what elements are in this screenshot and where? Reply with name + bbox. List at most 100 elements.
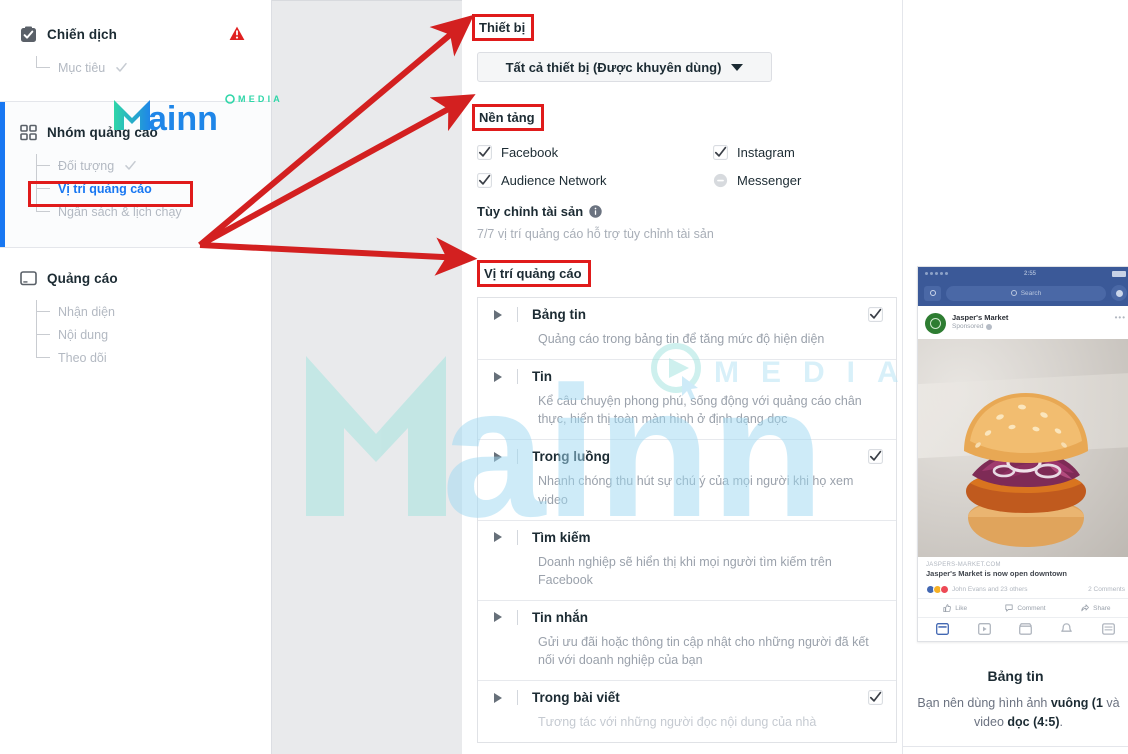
- notifications-tab[interactable]: [1046, 623, 1087, 635]
- placement-row-tin-nhan[interactable]: Tin nhắn Gửi ưu đãi hoặc thông tin cập n…: [478, 601, 896, 682]
- check-icon[interactable]: [868, 307, 883, 322]
- chevron-right-icon[interactable]: [494, 532, 503, 543]
- sidebar-item-label: Vị trí quảng cáo: [58, 181, 152, 196]
- sidebar-item-muc-tieu[interactable]: Mục tiêu: [36, 56, 271, 79]
- info-icon[interactable]: [589, 205, 602, 218]
- warning-icon[interactable]: [229, 26, 245, 41]
- preview-description: Bạn nên dùng hình ảnh vuông (1 và video …: [917, 696, 1120, 730]
- link-headline: Jasper's Market is now open downtown: [926, 569, 1067, 578]
- phone-mockup: 2:55 Search Jasper's Market Sponsored ••…: [917, 266, 1128, 642]
- thumbs-up-icon: [943, 604, 952, 612]
- placement-description: Doanh nghiệp sẽ hiển thị khi mọi người t…: [538, 554, 832, 587]
- chevron-right-icon[interactable]: [494, 371, 503, 382]
- placement-row-trong-luong[interactable]: Trong luồng Nhanh chóng thu hút sự chú ý…: [478, 440, 896, 521]
- sidebar-sublist-campaign: Mục tiêu: [0, 56, 271, 79]
- platform-label: Instagram: [737, 145, 795, 160]
- search-placeholder: Search: [1020, 289, 1042, 297]
- check-icon: [125, 160, 136, 170]
- signal-icon: [925, 272, 948, 275]
- placements-section-label: Vị trí quảng cáo: [477, 260, 591, 287]
- placement-description: Quảng cáo trong bảng tin để tăng mức độ …: [538, 332, 825, 346]
- sidebar-section-adset[interactable]: Nhóm quảng cáo Đối tượng Vị trí quảng cá…: [0, 102, 271, 248]
- platform-label: Facebook: [501, 145, 559, 160]
- check-icon: [116, 62, 127, 72]
- post-header: Jasper's Market Sponsored •••: [918, 306, 1128, 339]
- placement-description: Gửi ưu đãi hoặc thông tin cập nhật cho n…: [538, 634, 869, 667]
- sidebar-section-ad[interactable]: Quảng cáo Nhận diện Nội dung Theo dõi: [0, 248, 271, 387]
- platform-checkbox-instagram[interactable]: Instagram: [713, 145, 888, 160]
- sidebar-section-campaign[interactable]: Chiến dịch Mục tiêu: [0, 0, 271, 102]
- status-time: 2:55: [1023, 270, 1036, 277]
- sidebar-sublist-adset: Đối tượng Vị trí quảng cáo Ngân sách & l…: [0, 154, 271, 223]
- ad-creative-image: [918, 339, 1128, 557]
- marketplace-tab[interactable]: [1005, 623, 1046, 635]
- preview-title: Bảng tin: [987, 668, 1044, 684]
- chevron-right-icon[interactable]: [494, 451, 503, 462]
- watch-tab[interactable]: [963, 623, 1004, 635]
- video-play-icon: [977, 623, 991, 635]
- monitor-icon: [20, 271, 37, 286]
- chevron-right-icon[interactable]: [494, 612, 503, 623]
- platform-checkbox-messenger[interactable]: Messenger: [713, 173, 888, 188]
- more-options-icon[interactable]: •••: [1115, 313, 1126, 322]
- placement-row-trong-bai-viet[interactable]: Trong bài viết Tương tác với những người…: [478, 681, 896, 742]
- divider: [517, 609, 518, 625]
- share-arrow-icon: [1081, 604, 1090, 612]
- facebook-top-bar: Search: [918, 280, 1128, 306]
- sidebar-section-header-adset[interactable]: Nhóm quảng cáo: [0, 124, 271, 141]
- chevron-down-icon: [731, 63, 744, 71]
- search-input[interactable]: Search: [946, 285, 1106, 301]
- placement-row-tin[interactable]: Tin Kể câu chuyện phong phú, sống động v…: [478, 360, 896, 441]
- sidebar-item-doi-tuong[interactable]: Đối tượng: [36, 154, 271, 177]
- placement-title: Trong bài viết: [532, 690, 620, 706]
- platform-checkbox-facebook[interactable]: Facebook: [477, 145, 713, 160]
- sidebar-section-header-campaign[interactable]: Chiến dịch: [0, 26, 271, 43]
- platform-checkbox-audience-network[interactable]: Audience Network: [477, 173, 713, 188]
- sidebar-item-nhan-dien[interactable]: Nhận diện: [36, 300, 271, 323]
- sidebar-item-label: Nhận diện: [58, 304, 115, 319]
- share-button[interactable]: Share: [1061, 604, 1128, 612]
- chevron-right-icon[interactable]: [494, 692, 503, 703]
- news-feed-tab[interactable]: [922, 623, 963, 635]
- reaction-count-label: John Evans and 23 others: [952, 586, 1028, 593]
- avatar: [925, 313, 946, 334]
- check-icon[interactable]: [868, 690, 883, 706]
- placement-row-tim-kiem[interactable]: Tìm kiếm Doanh nghiệp sẽ hiển thị khi mọ…: [478, 521, 896, 601]
- preview-divider: [903, 746, 1128, 747]
- placement-title: Tìm kiếm: [532, 529, 591, 545]
- sidebar-item-noi-dung[interactable]: Nội dung: [36, 311, 271, 346]
- asset-customization-note: 7/7 vị trí quảng cáo hỗ trợ tùy chỉnh tà…: [477, 227, 714, 241]
- placement-row-bang-tin[interactable]: Bảng tin Quảng cáo trong bảng tin để tăn…: [478, 298, 896, 361]
- comment-button[interactable]: Comment: [990, 604, 1060, 612]
- device-select[interactable]: Tất cả thiết bị (Được khuyên dùng): [477, 52, 772, 82]
- divider: [517, 690, 518, 706]
- placement-settings-panel: Thiết bị Tất cả thiết bị (Được khuyên dù…: [462, 0, 902, 754]
- placement-title: Bảng tin: [532, 307, 586, 322]
- device-section-label: Thiết bị: [472, 14, 535, 41]
- page-name: Jasper's Market: [952, 313, 1009, 322]
- menu-tab[interactable]: [1088, 623, 1128, 635]
- sidebar-item-ngan-sach-lich-chay[interactable]: Ngân sách & lịch chạy: [36, 188, 271, 223]
- device-select-value: Tất cả thiết bị (Được khuyên dùng): [505, 59, 722, 75]
- battery-icon: [1111, 270, 1126, 277]
- like-button[interactable]: Like: [920, 604, 990, 612]
- clipboard-check-icon: [21, 26, 36, 42]
- sidebar-item-label: Nội dung: [58, 327, 109, 342]
- burger-illustration: [963, 393, 1088, 547]
- check-icon: [713, 145, 728, 160]
- marketplace-icon: [1019, 623, 1032, 635]
- sidebar-item-theo-doi[interactable]: Theo dõi: [36, 334, 271, 369]
- messenger-icon[interactable]: [1111, 285, 1127, 301]
- camera-icon[interactable]: [924, 285, 941, 301]
- grid-squares-icon: [20, 124, 37, 141]
- chevron-right-icon[interactable]: [494, 309, 503, 320]
- divider: [517, 307, 518, 322]
- placement-list: Bảng tin Quảng cáo trong bảng tin để tăn…: [477, 297, 897, 744]
- sponsored-label: Sponsored: [952, 323, 1008, 330]
- check-icon[interactable]: [868, 449, 883, 465]
- platform-checkbox-grid: Facebook Instagram Audience Network Mess…: [477, 145, 888, 188]
- sidebar-section-header-ad[interactable]: Quảng cáo: [0, 270, 271, 287]
- comment-count-label: 2 Comments: [1088, 586, 1125, 593]
- sidebar-item-vi-tri-quang-cao[interactable]: Vị trí quảng cáo: [36, 165, 271, 200]
- placement-title: Tin: [532, 369, 552, 385]
